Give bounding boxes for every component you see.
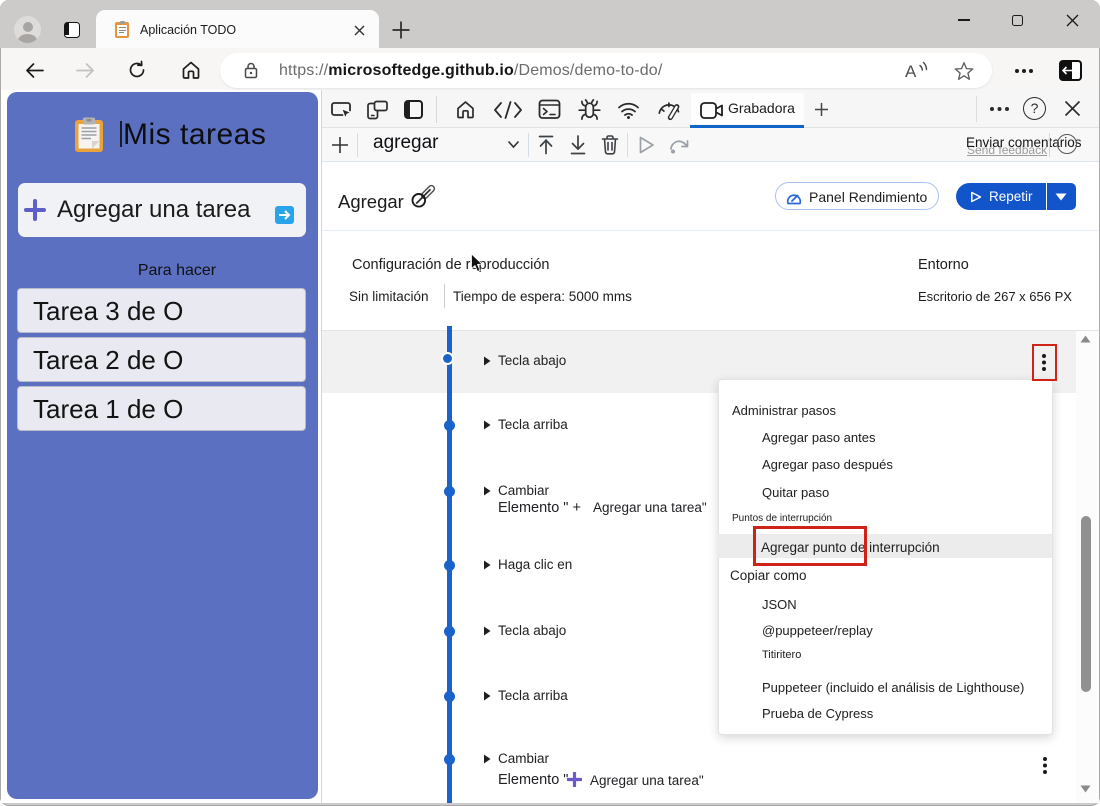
svg-text:A: A <box>905 62 917 81</box>
